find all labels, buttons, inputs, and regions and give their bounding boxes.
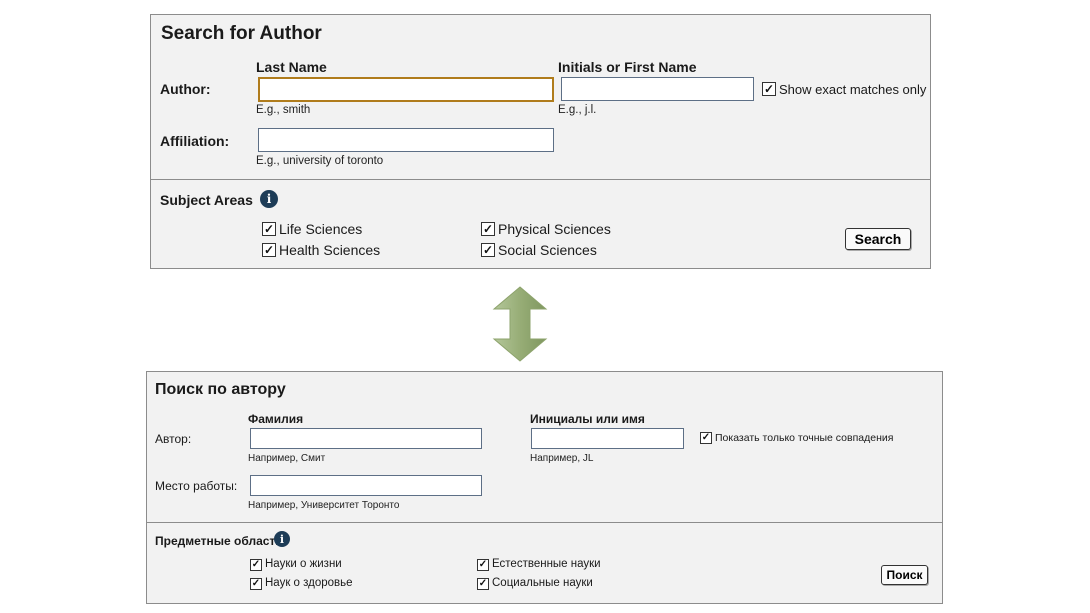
subject-health-sciences-label: Health Sciences <box>279 242 381 258</box>
exact-match-checkbox[interactable]: ✓ <box>762 82 776 96</box>
info-icon-ru[interactable]: i <box>274 531 290 547</box>
subject-areas-label: Subject Areas <box>160 192 253 208</box>
subject-areas-label-ru: Предметные области <box>155 534 283 548</box>
checkmark-icon: ✓ <box>251 559 261 570</box>
affiliation-label: Affiliation: <box>160 133 230 149</box>
checkmark-icon: ✓ <box>482 243 494 257</box>
affiliation-label-ru: Место работы: <box>155 479 238 493</box>
last-name-hint: E.g., smith <box>256 104 311 116</box>
subject-physical-sciences-checkbox[interactable]: ✓ <box>481 222 495 236</box>
subject-physical-sciences-label: Physical Sciences <box>498 221 611 237</box>
subject-health-sciences-label-ru: Наук о здоровье <box>265 577 353 589</box>
subject-social-sciences-checkbox-ru[interactable]: ✓ <box>477 578 489 590</box>
subject-social-sciences-label-ru: Социальные науки <box>492 577 593 589</box>
affiliation-input[interactable] <box>258 128 554 152</box>
checkmark-icon: ✓ <box>251 578 261 589</box>
subject-life-sciences-label-ru: Науки о жизни <box>265 558 342 570</box>
search-for-author-panel-ru: Поиск по автору Фамилия Инициалы или имя… <box>146 371 943 604</box>
author-label: Author: <box>160 81 211 97</box>
search-for-author-panel-en: Search for Author Last Name Initials or … <box>150 14 931 269</box>
checkmark-icon: ✓ <box>263 222 275 236</box>
affiliation-hint-ru: Например, Университет Торонто <box>248 500 400 511</box>
subject-life-sciences-checkbox-ru[interactable]: ✓ <box>250 559 262 571</box>
checkmark-icon: ✓ <box>478 578 488 589</box>
section-divider-ru <box>147 522 942 523</box>
page-title-ru: Поиск по автору <box>155 381 286 398</box>
subject-social-sciences-label: Social Sciences <box>498 242 597 258</box>
subject-health-sciences-checkbox[interactable]: ✓ <box>262 243 276 257</box>
subject-social-sciences-checkbox[interactable]: ✓ <box>481 243 495 257</box>
first-name-input[interactable] <box>561 77 754 101</box>
section-divider <box>151 179 930 180</box>
last-name-hint-ru: Например, Смит <box>248 453 326 464</box>
author-label-ru: Автор: <box>155 432 192 446</box>
checkmark-icon: ✓ <box>482 222 494 236</box>
double-arrow-icon <box>492 286 548 362</box>
page-title: Search for Author <box>161 23 322 44</box>
affiliation-hint: E.g., university of toronto <box>256 155 384 167</box>
affiliation-input-ru[interactable] <box>250 475 482 496</box>
exact-match-label-ru: Показать только точные совпадения <box>715 432 894 444</box>
first-name-hint-ru: Например, JL <box>530 453 594 464</box>
subject-natural-sciences-checkbox-ru[interactable]: ✓ <box>477 559 489 571</box>
exact-match-label: Show exact matches only <box>779 82 927 97</box>
first-name-header-ru: Инициалы или имя <box>530 412 645 426</box>
first-name-header: Initials or First Name <box>558 59 697 75</box>
last-name-header: Last Name <box>256 59 327 75</box>
checkmark-icon: ✓ <box>263 243 275 257</box>
checkmark-icon: ✓ <box>701 432 711 443</box>
search-button[interactable]: Search <box>845 228 911 250</box>
checkmark-icon: ✓ <box>478 559 488 570</box>
exact-match-checkbox-ru[interactable]: ✓ <box>700 432 712 444</box>
last-name-input-ru[interactable] <box>250 428 482 449</box>
subject-health-sciences-checkbox-ru[interactable]: ✓ <box>250 578 262 590</box>
first-name-hint: E.g., j.l. <box>558 104 597 116</box>
last-name-header-ru: Фамилия <box>248 412 304 426</box>
search-button-ru[interactable]: Поиск <box>881 565 928 585</box>
subject-natural-sciences-label-ru: Естественные науки <box>492 558 601 570</box>
first-name-input-ru[interactable] <box>531 428 684 449</box>
last-name-input[interactable] <box>258 77 554 102</box>
subject-life-sciences-label: Life Sciences <box>279 221 363 237</box>
checkmark-icon: ✓ <box>763 82 775 96</box>
info-icon[interactable]: i <box>260 190 278 208</box>
subject-life-sciences-checkbox[interactable]: ✓ <box>262 222 276 236</box>
